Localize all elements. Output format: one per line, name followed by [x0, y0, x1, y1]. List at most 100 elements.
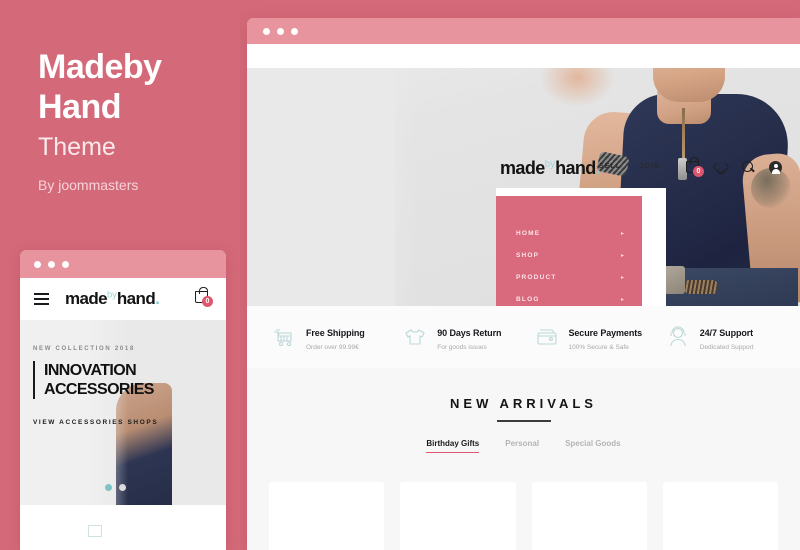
window-dot-close-icon[interactable]	[34, 260, 41, 268]
chevron-right-icon: ▸	[620, 296, 624, 303]
window-dot-close-icon[interactable]	[263, 27, 270, 35]
support-agent-icon	[665, 324, 691, 350]
mobile-hero-eyebrow: NEW COLLECTION 2018	[33, 346, 135, 352]
feature-subtitle: Order over 99.99€	[306, 344, 359, 351]
mobile-footer-area	[20, 525, 226, 550]
feature-secure-payments: Secure Payments 100% Secure & Safe	[524, 323, 655, 351]
tab-personal[interactable]: Personal	[505, 439, 539, 453]
window-dot-maximize-icon[interactable]	[62, 260, 69, 268]
product-grid	[269, 482, 778, 550]
page-title: Madeby Hand	[38, 47, 233, 127]
site-main-nav: SELL JOIN	[599, 163, 660, 170]
hero-photo-bracelet-right	[685, 280, 717, 294]
product-card[interactable]	[400, 482, 516, 550]
cart-icon: 0	[686, 157, 704, 177]
window-dot-minimize-icon[interactable]	[48, 260, 55, 268]
mega-menu-panel: HOME ▸ SHOP ▸ PRODUCT ▸ BLOG ▸	[496, 196, 642, 306]
menu-item-label: HOME	[516, 229, 541, 237]
hero-photo-head	[653, 68, 725, 102]
logo-tail-text: hand	[555, 158, 596, 178]
mobile-browser-chrome	[20, 250, 226, 278]
cart-count-badge: 0	[202, 296, 213, 307]
logo-by-text: by	[544, 159, 556, 170]
product-card[interactable]	[531, 482, 647, 550]
cart-button[interactable]: 0	[686, 157, 704, 177]
tab-special-goods[interactable]: Special Goods	[565, 439, 621, 453]
feature-title: 90 Days Return	[437, 328, 502, 338]
feature-subtitle: 100% Secure & Safe	[568, 344, 629, 351]
mobile-footer-placeholder-icon	[88, 525, 102, 537]
hero-photo-necklace	[682, 108, 685, 160]
feature-24-7-support: 24/7 Support Dedicated Support	[655, 323, 786, 351]
wishlist-heart-icon[interactable]	[715, 162, 727, 173]
menu-item-label: PRODUCT	[516, 273, 557, 281]
feature-90-days-return: 90 Days Return For goods issues	[392, 323, 523, 351]
brand-author: By joommasters	[38, 177, 139, 193]
logo-main-text: made	[65, 289, 108, 308]
feature-subtitle: For goods issues	[437, 344, 487, 351]
chevron-right-icon: ▸	[620, 230, 624, 237]
features-strip: Free Shipping Order over 99.99€ 90 Days …	[247, 306, 800, 368]
feature-free-shipping: Free Shipping Order over 99.99€	[261, 323, 392, 351]
cart-count-badge: 0	[693, 166, 704, 177]
product-card[interactable]	[662, 482, 778, 550]
nav-link-join[interactable]: JOIN	[639, 163, 660, 170]
mobile-cart-button[interactable]: 0	[195, 287, 213, 308]
desktop-mockup: N IES armer shoes tag clipped HOME ▸ SHO…	[247, 18, 800, 550]
logo-by-text: by	[107, 289, 117, 300]
desktop-browser-chrome	[247, 18, 800, 44]
menu-item-blog[interactable]: BLOG ▸	[496, 288, 642, 306]
logo-dot-text: .	[155, 289, 160, 308]
feature-subtitle: Dedicated Support	[699, 344, 754, 351]
carousel-dot-2[interactable]	[119, 484, 126, 491]
feature-text: 24/7 Support Dedicated Support	[700, 323, 754, 351]
site-hero-section: N IES armer shoes tag clipped HOME ▸ SHO…	[247, 68, 800, 306]
mobile-site-logo[interactable]: madebyhand.	[65, 289, 160, 309]
window-dot-maximize-icon[interactable]	[291, 27, 298, 35]
product-card[interactable]	[269, 482, 385, 550]
feature-text: Free Shipping Order over 99.99€	[306, 323, 365, 351]
feature-text: Secure Payments 100% Secure & Safe	[569, 323, 643, 351]
desktop-site-logo[interactable]: madebyhand.	[500, 158, 601, 179]
mobile-carousel-dots	[105, 484, 126, 491]
left-promo-panel: Madeby Hand Theme By joommasters madebyh…	[0, 0, 240, 550]
new-arrivals-section: NEW ARRIVALS Birthday Gifts Personal Spe…	[247, 368, 800, 550]
carousel-dot-1[interactable]	[105, 484, 112, 491]
section-title-rule	[496, 420, 551, 422]
menu-item-product[interactable]: PRODUCT ▸	[496, 266, 642, 288]
chevron-right-icon: ▸	[620, 252, 624, 259]
logo-tail-text: hand	[116, 289, 156, 308]
site-header-icons: 0	[686, 157, 782, 177]
menu-item-shop[interactable]: SHOP ▸	[496, 244, 642, 266]
brand-subtitle: Theme	[38, 133, 116, 161]
mobile-hero-cta-link[interactable]: VIEW ACCESSORIES SHOPS	[33, 419, 158, 426]
account-icon[interactable]	[769, 161, 782, 174]
brand-title-line1: Madeby	[38, 48, 162, 86]
search-icon[interactable]	[742, 161, 754, 174]
arrivals-tab-bar: Birthday Gifts Personal Special Goods	[247, 439, 800, 453]
logo-main-text: made	[500, 158, 545, 178]
tab-birthday-gifts[interactable]: Birthday Gifts	[426, 439, 480, 453]
wallet-icon	[534, 324, 560, 350]
mobile-hero-headline-line1: INNOVATION	[44, 362, 137, 379]
feature-title: 24/7 Support	[699, 328, 754, 338]
feature-text: 90 Days Return For goods issues	[437, 323, 501, 351]
mobile-mockup: madebyhand. 0 NEW COLLECTION 2018 INNOVA…	[20, 250, 226, 550]
window-dot-minimize-icon[interactable]	[277, 27, 284, 35]
feature-title: Secure Payments	[568, 328, 643, 338]
shipping-cart-icon	[271, 324, 297, 350]
nav-link-sell[interactable]: SELL	[599, 163, 621, 170]
site-topbar	[247, 44, 800, 68]
brand-block: Madeby Hand Theme By joommasters	[38, 47, 233, 193]
menu-item-label: SHOP	[516, 251, 540, 259]
hero-photo-fade	[247, 68, 419, 306]
mobile-hero-headline-line2: ACCESSORIES	[44, 381, 154, 398]
mobile-hero-headline: INNOVATION ACCESSORIES	[33, 361, 154, 399]
tshirt-icon	[402, 324, 428, 350]
hamburger-icon[interactable]	[34, 293, 49, 305]
brand-title-line2: Hand	[38, 88, 122, 126]
menu-item-home[interactable]: HOME ▸	[496, 222, 642, 244]
menu-item-label: BLOG	[516, 295, 540, 303]
mobile-site-header: madebyhand. 0	[20, 278, 226, 320]
feature-title: Free Shipping	[306, 328, 365, 338]
